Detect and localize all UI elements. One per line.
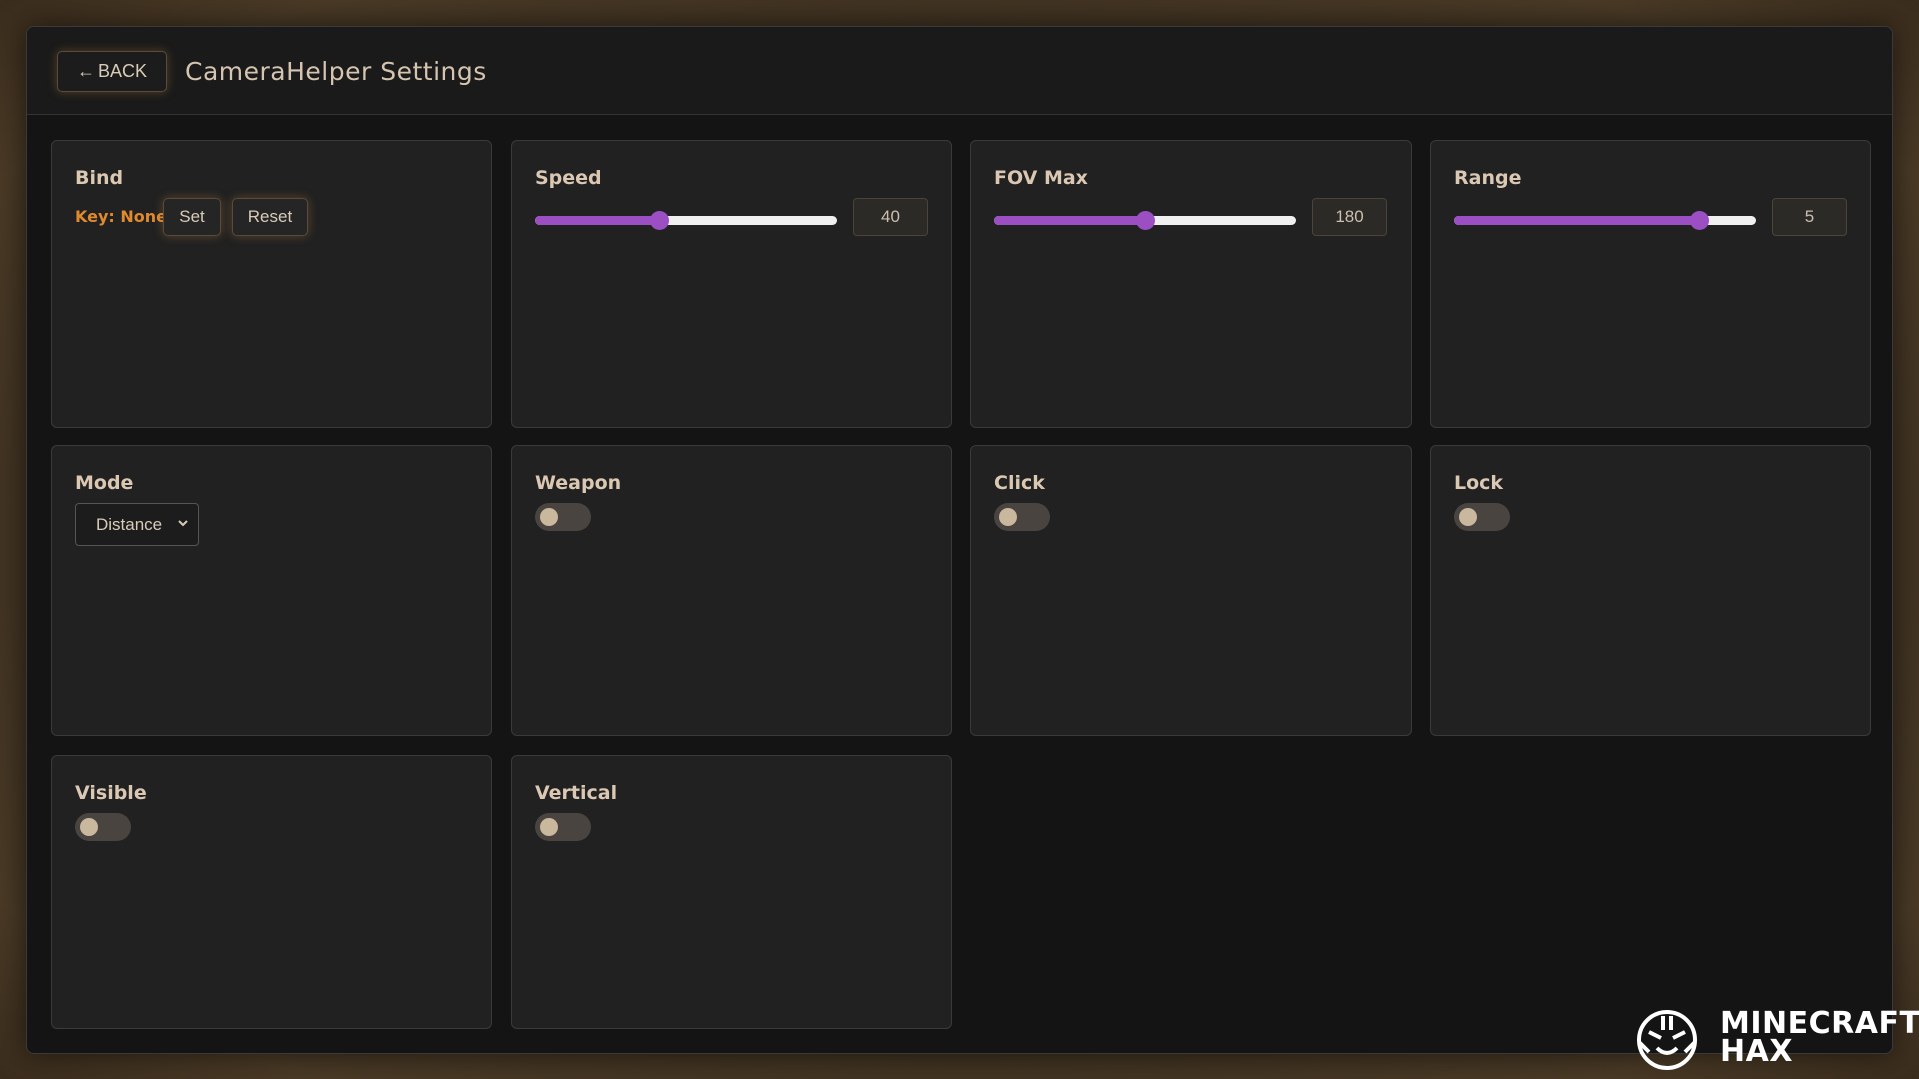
- visible-card: Visible: [51, 755, 492, 1029]
- bind-set-button[interactable]: Set: [163, 198, 221, 236]
- weapon-toggle[interactable]: [535, 503, 591, 531]
- logo-line-2: HAX: [1720, 1034, 1793, 1069]
- toggle-knob: [999, 508, 1017, 526]
- mode-card: Mode Distance: [51, 445, 492, 736]
- fov-max-value-field[interactable]: 180: [1312, 198, 1387, 236]
- click-card: Click: [970, 445, 1412, 736]
- toggle-knob: [540, 818, 558, 836]
- back-button[interactable]: ← BACK: [57, 51, 167, 92]
- range-slider-thumb[interactable]: [1689, 211, 1709, 230]
- speed-slider-thumb[interactable]: [649, 211, 669, 230]
- lock-card: Lock: [1430, 445, 1871, 736]
- visible-label: Visible: [75, 782, 147, 804]
- vertical-card: Vertical: [511, 755, 952, 1029]
- minecraft-hax-logo: MINECRAFT HAX: [1635, 1005, 1919, 1075]
- header-bar: ← BACK CameraHelper Settings: [27, 27, 1892, 115]
- weapon-card: Weapon: [511, 445, 952, 736]
- speed-card: Speed 40: [511, 140, 952, 428]
- click-toggle[interactable]: [994, 503, 1050, 531]
- speed-value-field[interactable]: 40: [853, 198, 928, 236]
- vertical-label: Vertical: [535, 782, 618, 804]
- bind-reset-button[interactable]: Reset: [232, 198, 308, 236]
- visible-toggle[interactable]: [75, 813, 131, 841]
- toggle-knob: [1459, 508, 1477, 526]
- back-arrow-icon: ←: [76, 61, 95, 81]
- bind-card: Bind Key: None Set Reset: [51, 140, 492, 428]
- weapon-label: Weapon: [535, 472, 622, 494]
- bind-key-text: Key: None: [75, 207, 167, 226]
- vertical-toggle[interactable]: [535, 813, 591, 841]
- range-value-field[interactable]: 5: [1772, 198, 1847, 236]
- fov-max-slider-fill: [994, 216, 1145, 225]
- settings-window: ← BACK CameraHelper Settings Bind Key: N…: [26, 26, 1893, 1054]
- bind-label: Bind: [75, 167, 124, 189]
- logo-text: MINECRAFT HAX: [1720, 1009, 1919, 1069]
- speed-slider-fill: [535, 216, 659, 225]
- lock-label: Lock: [1454, 472, 1504, 494]
- page-title: CameraHelper Settings: [185, 57, 487, 86]
- toggle-knob: [80, 818, 98, 836]
- range-slider-fill: [1454, 216, 1699, 225]
- mode-selected-value: Distance: [96, 514, 163, 534]
- lock-toggle[interactable]: [1454, 503, 1510, 531]
- fov-max-slider[interactable]: [994, 211, 1296, 230]
- fov-max-card: FOV Max 180: [970, 140, 1412, 428]
- fov-max-label: FOV Max: [994, 167, 1088, 189]
- chevron-down-icon: [178, 520, 188, 527]
- creeper-face-icon: [1637, 1010, 1697, 1070]
- range-label: Range: [1454, 167, 1522, 189]
- fov-max-slider-thumb[interactable]: [1136, 211, 1155, 230]
- speed-slider[interactable]: [535, 211, 837, 230]
- range-card: Range 5: [1430, 140, 1871, 428]
- mode-label: Mode: [75, 472, 134, 494]
- range-slider[interactable]: [1454, 211, 1756, 230]
- speed-label: Speed: [535, 167, 602, 189]
- back-label: BACK: [97, 61, 148, 81]
- toggle-knob: [540, 508, 558, 526]
- mode-select[interactable]: Distance: [75, 503, 199, 546]
- click-label: Click: [994, 472, 1045, 494]
